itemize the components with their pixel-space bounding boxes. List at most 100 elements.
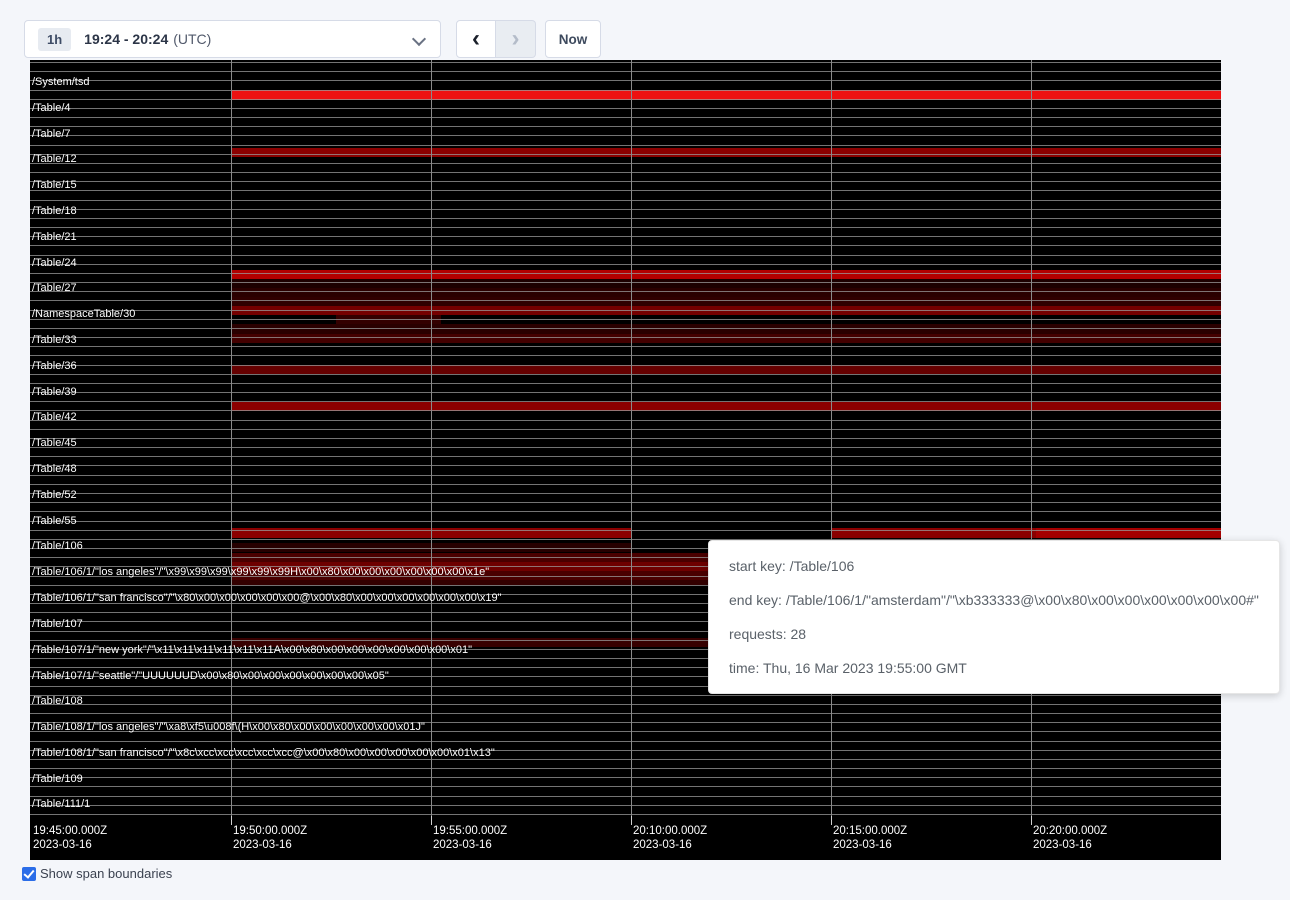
span-boundary-line (30, 337, 1221, 338)
span-boundary-line (30, 291, 1221, 292)
tooltip-line: time: Thu, 16 Mar 2023 19:55:00 GMT (729, 651, 1279, 685)
span-boundary-line (30, 521, 1221, 522)
span-boundary-line (30, 145, 1221, 146)
row-key-label: /Table/106/1/"san francisco"/"\x80\x00\x… (32, 592, 502, 604)
tooltip-line: requests: 28 (729, 617, 1279, 651)
row-key-label: /System/tsd (32, 76, 89, 88)
time-axis-label: 19:50:00.000Z2023-03-16 (233, 824, 307, 852)
span-boundary-line (30, 475, 1221, 476)
tooltip-line: start key: /Table/106 (729, 549, 1279, 583)
span-boundary-line (30, 273, 1221, 274)
tooltip-line: end key: /Table/106/1/"amsterdam"/"\xb33… (729, 583, 1279, 617)
span-boundary-line (30, 319, 1221, 320)
span-boundary-line (30, 383, 1221, 384)
time-range-preset-badge: 1h (38, 28, 71, 51)
span-boundary-line (30, 410, 1221, 411)
span-boundary-line (30, 236, 1221, 237)
span-boundary-line (30, 530, 1221, 531)
row-key-label: /Table/106 (32, 540, 83, 552)
heat-band (231, 297, 1221, 306)
span-boundary-line (30, 805, 1221, 806)
span-boundary-line (30, 282, 1221, 283)
heat-band (231, 365, 1221, 374)
row-key-label: /Table/108 (32, 695, 83, 707)
time-axis-label: 20:10:00.000Z2023-03-16 (633, 824, 707, 852)
time-axis-label: 20:20:00.000Z2023-03-16 (1033, 824, 1107, 852)
time-gridline (1031, 60, 1032, 826)
span-boundary-line (30, 154, 1221, 155)
next-range-button[interactable]: › (496, 20, 536, 58)
time-tick (431, 816, 432, 825)
row-key-label: /Table/111/1 (32, 798, 90, 810)
span-boundary-line (30, 209, 1221, 210)
span-boundary-line (30, 493, 1221, 494)
span-boundary-line (30, 328, 1221, 329)
row-key-label: /Table/107/1/"seattle"/"UUUUUUD\x00\x80\… (32, 670, 389, 682)
time-range-selector[interactable]: 1h 19:24 - 20:24 (UTC) (24, 20, 441, 58)
heat-band (231, 279, 1221, 288)
time-range-text: 19:24 - 20:24 (84, 31, 168, 47)
span-boundary-line (30, 759, 1221, 760)
heat-band (231, 270, 1221, 279)
span-boundary-line (30, 456, 1221, 457)
span-boundary-line (30, 218, 1221, 219)
span-boundary-line (30, 264, 1221, 265)
span-boundary-line (30, 135, 1221, 136)
time-axis-label: 20:15:00.000Z2023-03-16 (833, 824, 907, 852)
row-key-label: /Table/107 (32, 618, 83, 630)
show-span-boundaries-checkbox[interactable] (22, 867, 36, 881)
time-tick (1031, 816, 1032, 825)
span-boundary-line (30, 355, 1221, 356)
row-key-label: /Table/45 (32, 437, 77, 449)
row-key-label: /Table/52 (32, 489, 77, 501)
time-tick (831, 816, 832, 825)
span-boundary-line (30, 99, 1221, 100)
row-key-label: /Table/33 (32, 334, 77, 346)
heat-band (231, 334, 1221, 343)
row-key-label: /Table/27 (32, 282, 77, 294)
row-key-label: /Table/109 (32, 773, 83, 785)
span-boundary-line (30, 392, 1221, 393)
span-boundary-line (30, 227, 1221, 228)
span-boundary-line (30, 695, 1221, 696)
time-gridline (431, 60, 432, 826)
span-boundary-line (30, 181, 1221, 182)
span-boundary-line (30, 511, 1221, 512)
key-visualizer-canvas[interactable]: /System/tsd/Table/4/Table/7/Table/12/Tab… (30, 60, 1221, 860)
span-boundary-line (30, 71, 1221, 72)
key-visualizer-page: 1h 19:24 - 20:24 (UTC) ‹ › Now /System/t… (0, 0, 1290, 900)
heat-band (231, 288, 1221, 297)
span-boundary-line (30, 429, 1221, 430)
span-boundary-line (30, 814, 1221, 815)
row-key-label: /Table/24 (32, 257, 77, 269)
row-key-label: /Table/108/1/"los angeles"/"\xa8\xf5\u00… (32, 721, 425, 733)
heat-band (231, 324, 1221, 334)
time-gridline (631, 60, 632, 826)
span-boundary-line (30, 126, 1221, 127)
span-boundary-line (30, 310, 1221, 311)
prev-range-button[interactable]: ‹ (456, 20, 496, 58)
span-boundary-line (30, 768, 1221, 769)
now-button[interactable]: Now (545, 20, 601, 58)
row-key-label: /Table/39 (32, 386, 77, 398)
row-key-label: /Table/4 (32, 102, 71, 114)
span-boundary-line (30, 62, 1221, 63)
row-key-label: /Table/12 (32, 153, 77, 165)
row-key-label: /Table/15 (32, 179, 77, 191)
time-gridline (231, 60, 232, 826)
span-boundary-line (30, 255, 1221, 256)
footer: Show span boundaries (22, 866, 172, 881)
span-boundary-line (30, 796, 1221, 797)
row-key-label: /Table/42 (32, 411, 77, 423)
time-nav-group: ‹ › (456, 20, 536, 58)
span-boundary-line (30, 172, 1221, 173)
span-boundary-line (30, 80, 1221, 81)
row-key-label: /Table/21 (32, 231, 77, 243)
span-boundary-line (30, 108, 1221, 109)
span-boundary-line (30, 786, 1221, 787)
span-boundary-line (30, 346, 1221, 347)
span-boundary-line (30, 117, 1221, 118)
span-boundary-line (30, 484, 1221, 485)
span-boundary-line (30, 300, 1221, 301)
span-boundary-line (30, 420, 1221, 421)
